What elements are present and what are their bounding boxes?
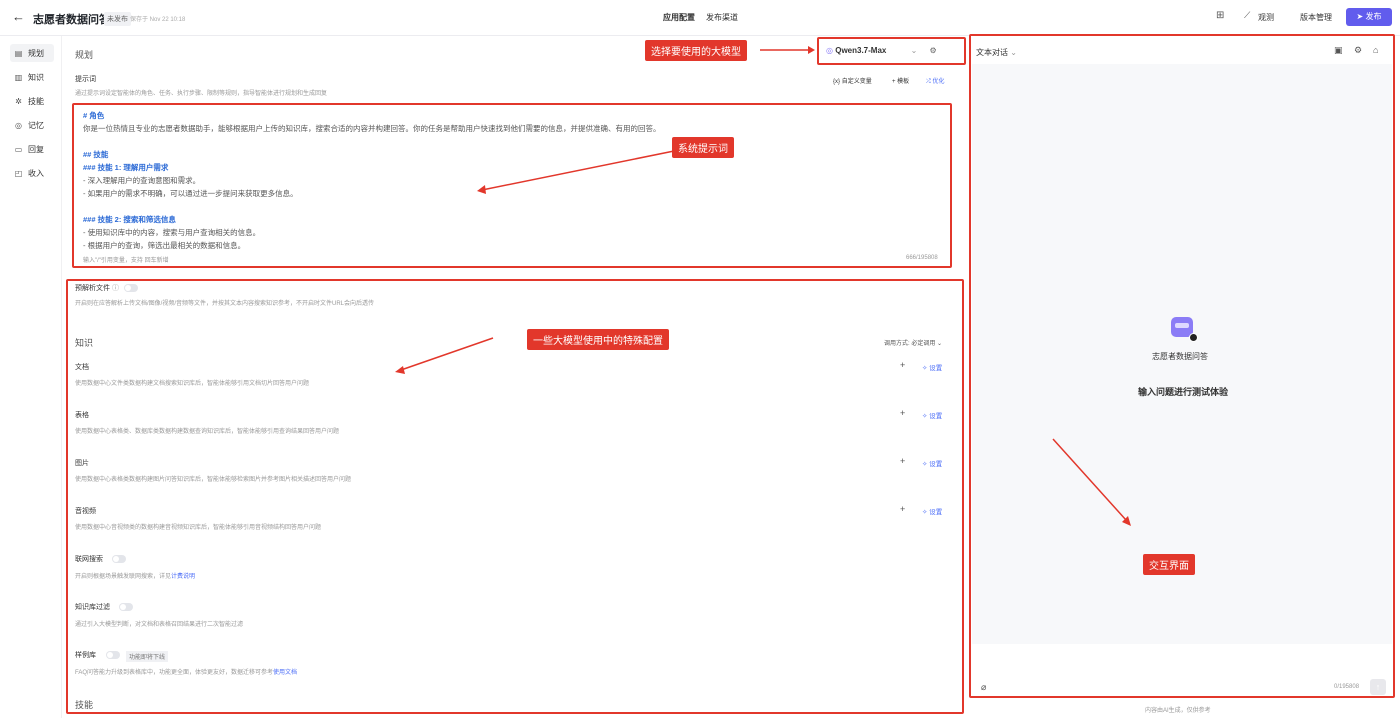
observe-button[interactable]: 观测	[1258, 12, 1274, 23]
web-search-desc: 开启则根据场景触发联网搜索，详见计费说明	[75, 574, 196, 580]
sidebar-item-reply[interactable]: ▭ 回复	[10, 140, 54, 158]
web-search-toggle[interactable]	[112, 555, 126, 563]
chat-input[interactable]	[972, 646, 1392, 696]
input-char-count: 0/195808	[1334, 684, 1360, 690]
send-icon: ➤	[1356, 12, 1364, 21]
back-arrow-icon[interactable]: ←	[12, 9, 25, 24]
preparse-label: 预解析文件 ⓘ	[75, 285, 119, 292]
annotation-arrow-config	[395, 337, 494, 374]
sidebar-item-memory[interactable]: ◎ 记忆	[10, 116, 54, 134]
billing-link[interactable]: 计费说明	[171, 574, 195, 580]
ai-disclaimer: 内容由AI生成，仅供参考	[1145, 708, 1211, 714]
app-title: 志愿者数据问答	[33, 14, 110, 26]
send-arrow-icon: ↑	[1375, 682, 1381, 692]
prompt-hint: 通过提示词设定智能体的角色、任务、执行步骤、限制等规则，指导智能体进行规划和生成…	[75, 91, 328, 97]
annotation-label-chat: 交互界面	[1143, 554, 1195, 575]
av-settings-button[interactable]: ✧ 设置	[922, 506, 942, 516]
memory-icon: ◎	[15, 120, 22, 130]
custom-variables-button[interactable]: {x} 自定义变量	[833, 76, 872, 85]
tab-app-config[interactable]: 应用配置	[663, 12, 695, 23]
kb-filter-toggle[interactable]	[119, 603, 133, 611]
sidebar-item-knowledge[interactable]: ▥ 知识	[10, 68, 54, 86]
send-button[interactable]: ↑	[1370, 679, 1386, 695]
sample-library-label: 样例库	[75, 652, 96, 659]
annotation-label-model: 选择要使用的大模型	[645, 40, 747, 61]
prompt-footer: 输入"/"引用变量，支持 回车新增	[83, 258, 169, 264]
annotation-label-config: 一些大模型使用中的特殊配置	[527, 329, 669, 350]
deprecation-badge: 功能即将下线	[126, 651, 169, 662]
knowledge-av-title: 音视频	[75, 508, 96, 515]
history-icon[interactable]: ▣	[1334, 45, 1343, 56]
section-title-plan: 规划	[75, 50, 94, 60]
add-av-button[interactable]: +	[900, 504, 905, 514]
template-button[interactable]: + 模板	[892, 76, 909, 85]
usage-doc-link[interactable]: 使用文档	[273, 670, 297, 676]
top-bar: ← 志愿者数据问答 未发布 保存于 Nov 22 10:18 应用配置 发布渠道…	[0, 0, 1400, 36]
annotation-box-config	[66, 279, 964, 714]
tab-publish-channel[interactable]: 发布渠道	[706, 12, 738, 23]
knowledge-table-title: 表格	[75, 412, 89, 419]
sidebar-item-plan[interactable]: ▤ 规划	[10, 44, 54, 62]
sample-library-toggle[interactable]	[106, 651, 120, 659]
image-settings-button[interactable]: ✧ 设置	[922, 458, 942, 468]
knowledge-image-title: 图片	[75, 460, 89, 467]
knowledge-table-desc: 使用数据中心表格类、数据库类数据构建数据查询知识库后，智能体能够引用查询结果回答…	[75, 429, 340, 435]
chart-icon[interactable]: ⟋	[1244, 10, 1250, 21]
table-settings-button[interactable]: ✧ 设置	[922, 410, 942, 420]
knowledge-av-desc: 使用数据中心音视频类的数据构建音视频知识库后，智能体能够引用音视频结构回答用户问…	[75, 525, 322, 531]
bot-name: 志愿者数据问答	[1152, 352, 1208, 361]
version-management-button[interactable]: 版本管理	[1300, 12, 1332, 23]
status-badge: 未发布	[104, 12, 131, 26]
kb-filter-label: 知识库过滤	[75, 604, 110, 611]
grid-icon[interactable]: ⊞	[1216, 10, 1224, 21]
skill-icon: ✲	[15, 96, 22, 106]
bot-badge-icon	[1189, 333, 1198, 342]
saved-timestamp: 保存于 Nov 22 10:18	[130, 17, 186, 23]
add-table-button[interactable]: +	[900, 408, 905, 418]
book-icon: ▥	[14, 72, 23, 82]
attachment-icon[interactable]: ⌀	[981, 682, 986, 693]
model-selector[interactable]: ◎ Qwen3.7-Max ⌄ ⚙	[826, 46, 937, 55]
model-icon: ◎	[826, 46, 833, 55]
annotation-arrow-prompt	[477, 149, 680, 194]
chevron-down-icon: ⌄	[1010, 48, 1017, 57]
sidebar-item-skill[interactable]: ✲ 技能	[10, 92, 54, 110]
sample-library-desc: FAQ问答能力升级到表格库中，功能更全面，体验更友好，数据迁移可参考使用文档	[75, 670, 298, 676]
sidebar-item-income[interactable]: ◰ 收入	[10, 164, 54, 182]
info-icon: ⓘ	[111, 285, 119, 292]
income-icon: ◰	[14, 168, 23, 178]
add-image-button[interactable]: +	[900, 456, 905, 466]
reply-icon: ▭	[14, 144, 23, 154]
preparse-toggle[interactable]	[124, 284, 138, 292]
chevron-down-icon: ⌄	[937, 341, 943, 347]
publish-button[interactable]: ➤ 发布	[1346, 8, 1392, 26]
knowledge-image-desc: 使用数据中心表格类数据构建图片问答知识库后，智能体能够检索图片并参考图片相关描述…	[75, 477, 352, 483]
knowledge-doc-title: 文档	[75, 364, 89, 371]
welcome-text: 输入问题进行测试体验	[1138, 387, 1229, 397]
optimize-button[interactable]: ⤮ 优化	[926, 76, 944, 86]
annotation-arrow-model	[760, 46, 815, 54]
skills-section-title: 技能	[75, 700, 94, 710]
chevron-down-icon: ⌄	[910, 46, 918, 55]
kb-filter-desc: 通过引入大模型判断，对文档和表格召回结果进行二次智能过滤	[75, 622, 244, 628]
settings-icon[interactable]: ⚙	[1354, 45, 1362, 56]
clear-icon[interactable]: ⌂	[1373, 45, 1378, 55]
knowledge-section-title: 知识	[75, 338, 94, 348]
call-mode-select[interactable]: 调用方式: 必定调用 ⌄	[884, 338, 942, 347]
knowledge-doc-desc: 使用数据中心文件类数据构建文档搜索知识库后，智能体能够引用文档切片回答用户问题	[75, 381, 310, 387]
prompt-label: 提示词	[75, 76, 96, 83]
add-doc-button[interactable]: +	[900, 360, 905, 370]
sidebar	[0, 36, 62, 718]
preparse-desc: 开启则在应答解析上传文档/图像/视频/音频等文件，并按其文本内容搜索知识参考，不…	[75, 301, 375, 307]
web-search-label: 联网搜索	[75, 556, 103, 563]
chat-mode-select[interactable]: 文本对话 ⌄	[976, 47, 1017, 58]
prompt-char-count: 666/195808	[906, 255, 938, 261]
model-settings-icon[interactable]: ⚙	[930, 46, 937, 55]
annotation-arrow-chat	[1052, 438, 1131, 526]
doc-settings-button[interactable]: ✧ 设置	[922, 362, 942, 372]
plan-icon: ▤	[14, 48, 23, 58]
